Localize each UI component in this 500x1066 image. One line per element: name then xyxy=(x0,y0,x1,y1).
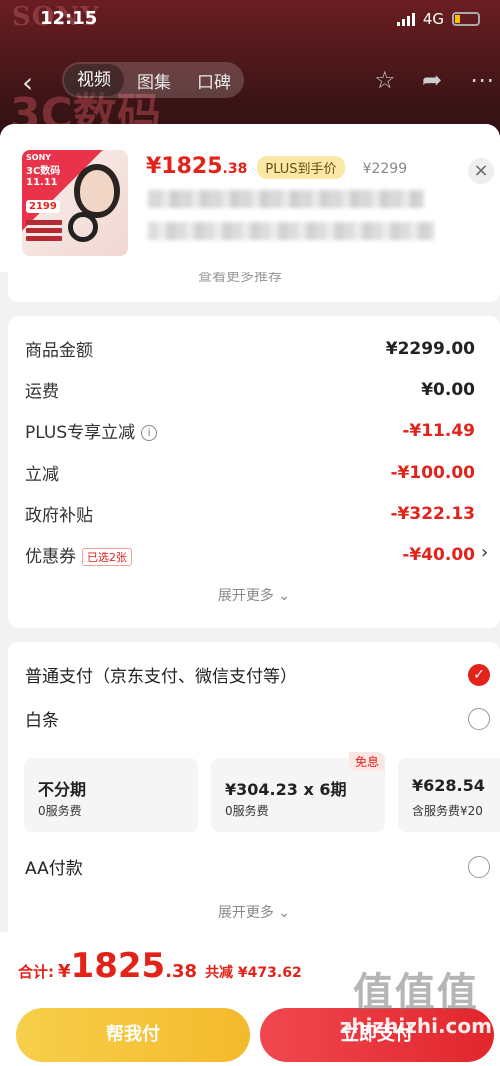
media-tabs: 视频 图集 口碑 xyxy=(62,62,244,98)
share-icon[interactable]: ➦ xyxy=(422,66,442,94)
plan-6-installments[interactable]: 免息 ¥304.23 x 6期 0服务费 xyxy=(211,752,385,832)
watermark-text: zhizhizhi.com xyxy=(339,1014,492,1038)
plan-fee: 含服务费¥20 xyxy=(412,804,483,818)
row-label: 运费 xyxy=(25,382,59,402)
total-saved: 共减 ¥473.62 xyxy=(205,965,302,981)
row-value: ¥0.00 xyxy=(421,379,475,400)
back-icon[interactable]: ‹ xyxy=(22,66,33,99)
pay-method-normal[interactable]: 普通支付（京东支付、微信支付等） ✓ xyxy=(25,662,490,687)
tab-gallery[interactable]: 图集 xyxy=(124,68,184,93)
expand-more-payment[interactable]: 展开更多 ⌄ xyxy=(8,902,500,922)
watermark-glyphs: 值值值 xyxy=(352,970,479,1016)
row-gov-subsidy: 政府补贴 -¥322.13 xyxy=(25,501,476,527)
plus-price-tag: PLUS到手价 xyxy=(257,156,345,179)
check-icon[interactable]: ✓ xyxy=(468,663,490,686)
expand-label: 展开更多 xyxy=(217,905,274,921)
watermark: 值值值 zhizhizhi.com xyxy=(340,960,492,1038)
radio-icon[interactable] xyxy=(468,707,490,730)
total-decimal: .38 xyxy=(165,961,198,982)
favorite-icon[interactable]: ☆ xyxy=(374,66,396,94)
view-more-recommend[interactable]: 查看更多推荐 xyxy=(198,272,282,286)
expand-more-breakdown[interactable]: 展开更多 ⌄ xyxy=(8,585,500,605)
tab-video[interactable]: 视频 xyxy=(64,64,124,96)
plan-fee: 0服务费 xyxy=(38,804,82,818)
price-breakdown-card: 商品金额 ¥2299.00 运费 ¥0.00 PLUS专享立减 i -¥11.49… xyxy=(8,316,500,628)
battery-icon xyxy=(452,12,480,26)
row-label: 商品金额 xyxy=(25,341,93,361)
chevron-right-icon[interactable]: › xyxy=(481,542,488,563)
row-label: PLUS专享立减 xyxy=(25,423,136,443)
headphones-image xyxy=(68,212,98,242)
payment-card: 普通支付（京东支付、微信支付等） ✓ 白条 不分期 0服务费 免息 ¥304.2… xyxy=(8,642,500,942)
pay-method-aa[interactable]: AA付款 xyxy=(25,854,490,879)
thumb-promo-price: 2199 xyxy=(26,200,60,213)
more-icon[interactable]: ⋯ xyxy=(470,66,494,94)
row-coupon[interactable]: 优惠券 已选2张 -¥40.00 xyxy=(25,542,475,568)
row-label-wrap: PLUS专享立减 i xyxy=(25,418,158,443)
plan-no-installment[interactable]: 不分期 0服务费 xyxy=(24,758,198,832)
thumb-decoration xyxy=(26,220,62,244)
total-currency: ¥ xyxy=(58,961,71,982)
model-face xyxy=(80,170,114,212)
expand-label: 展开更多 xyxy=(217,588,274,604)
row-label: 立减 xyxy=(25,465,59,485)
plan-title: ¥628.54 xyxy=(412,776,485,795)
info-icon[interactable]: i xyxy=(141,425,158,441)
pay-method-label: AA付款 xyxy=(25,859,83,879)
row-value: -¥100.00 xyxy=(390,462,476,483)
plan-title: 不分期 xyxy=(38,780,87,799)
network-label: 4G xyxy=(422,10,444,28)
blurred-title-line-2 xyxy=(148,222,434,240)
row-label-wrap: 优惠券 已选2张 xyxy=(25,542,132,567)
pay-method-label: 白条 xyxy=(25,711,59,731)
recommend-card: 查看更多推荐 xyxy=(8,272,500,302)
row-value: -¥11.49 xyxy=(402,420,475,441)
interest-free-tag: 免息 xyxy=(348,752,385,771)
checkout-sheet: SONY 3C数码 11.11 2199 ¥1825.38 PLUS到手价 ¥2… xyxy=(0,124,500,1066)
total-summary: 合计: ¥ 1825 .38 共减 ¥473.62 xyxy=(18,946,302,986)
price-row: ¥1825.38 PLUS到手价 ¥2299 xyxy=(146,154,407,179)
thumb-event: 3C数码 11.11 xyxy=(26,166,61,188)
row-shipping: 运费 ¥0.00 xyxy=(25,377,475,403)
status-indicators: 4G xyxy=(396,10,480,28)
total-integer: 1825 xyxy=(70,946,166,986)
help-pay-button[interactable]: 帮我付 xyxy=(16,1008,250,1062)
thumb-brand: SONY xyxy=(26,153,52,162)
radio-icon[interactable] xyxy=(468,855,490,878)
row-value: ¥2299.00 xyxy=(385,338,475,359)
row-plus-discount: PLUS专享立减 i -¥11.49 xyxy=(25,418,475,444)
close-icon[interactable]: × xyxy=(468,158,494,184)
pay-method-label: 普通支付（京东支付、微信支付等） xyxy=(25,667,297,687)
signal-icon xyxy=(396,12,415,26)
product-header: SONY 3C数码 11.11 2199 ¥1825.38 PLUS到手价 ¥2… xyxy=(0,124,500,272)
row-value: -¥322.13 xyxy=(390,503,476,524)
coupon-tag: 已选2张 xyxy=(82,548,132,566)
product-thumbnail: SONY 3C数码 11.11 2199 xyxy=(22,150,128,256)
plan-title: ¥304.23 x 6期 xyxy=(225,780,347,799)
plan-fee: 0服务费 xyxy=(225,804,269,818)
row-goods-amount: 商品金额 ¥2299.00 xyxy=(25,336,475,362)
plus-price: ¥1825.38 xyxy=(146,154,248,179)
row-label: 政府补贴 xyxy=(25,506,93,526)
plan-more-installments[interactable]: ¥628.54 含服务费¥20 xyxy=(398,758,500,832)
row-value: -¥40.00 xyxy=(402,544,475,565)
pay-method-baitiao[interactable]: 白条 xyxy=(25,706,490,731)
row-label: 优惠券 xyxy=(25,547,76,567)
status-time: 12:15 xyxy=(40,8,98,29)
row-instant-discount: 立减 -¥100.00 xyxy=(25,460,476,486)
original-price: ¥2299 xyxy=(362,161,408,177)
total-label: 合计: xyxy=(18,963,54,981)
tab-reviews[interactable]: 口碑 xyxy=(184,68,244,93)
blurred-title-line-1 xyxy=(148,190,424,208)
